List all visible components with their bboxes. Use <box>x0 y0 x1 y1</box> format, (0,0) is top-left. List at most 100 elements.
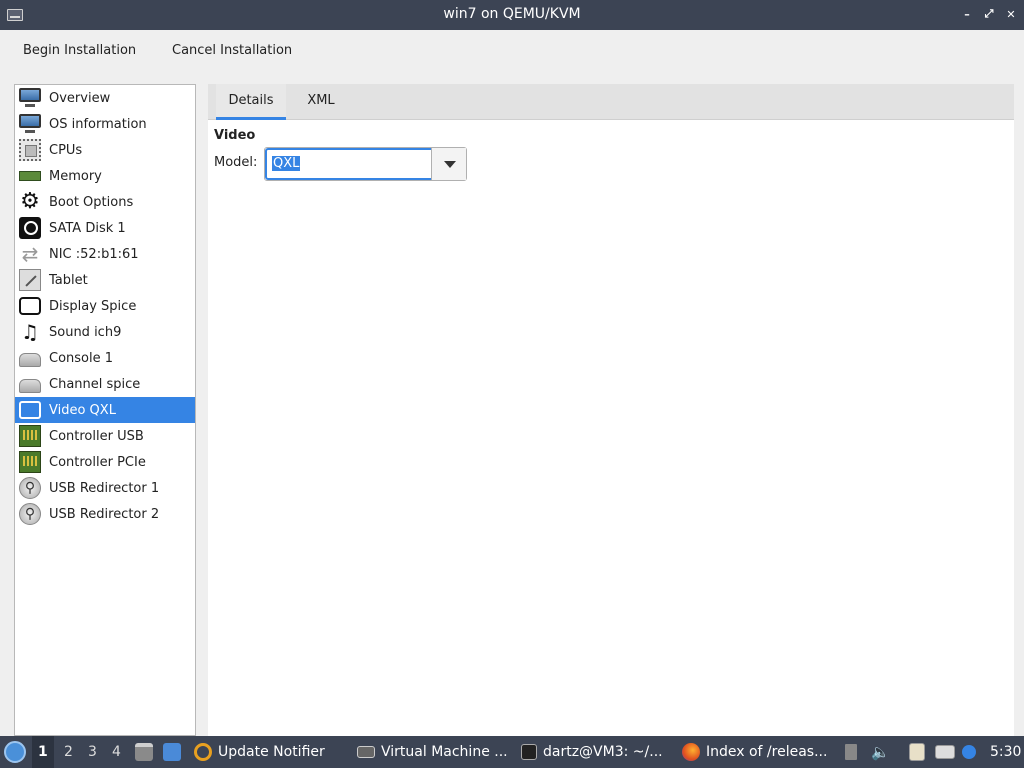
model-entry[interactable]: QXL <box>265 148 433 180</box>
sidebar-item-label: Memory <box>49 168 102 184</box>
tray-clipboard[interactable] <box>909 736 931 768</box>
section-title-video: Video <box>214 128 256 143</box>
sidebar-item-label: Console 1 <box>49 350 114 366</box>
task-terminal[interactable]: dartz@VM3: ~/... <box>521 736 663 768</box>
console-icon <box>19 353 41 367</box>
sidebar-item-label: Tablet <box>49 272 88 288</box>
window-titlebar[interactable]: win7 on QEMU/KVM – ⤢ ✕ <box>0 0 1024 30</box>
sidebar-item-label: Channel spice <box>49 376 141 392</box>
minimize-icon[interactable]: – <box>960 7 974 21</box>
sidebar-item-controller-pcie[interactable]: Controller PCIe <box>15 449 195 475</box>
sidebar-item-tablet[interactable]: Tablet <box>15 267 195 293</box>
tab-xml[interactable]: XML <box>300 84 342 120</box>
pci-controller-icon <box>19 425 41 447</box>
sidebar-item-cpus[interactable]: CPUs <box>15 137 195 163</box>
tablet-icon <box>19 269 41 291</box>
task-label: Virtual Machine ... <box>381 744 508 760</box>
begin-installation-button[interactable]: Begin Installation <box>23 43 136 58</box>
sidebar-item-console-1[interactable]: Console 1 <box>15 345 195 371</box>
sound-icon: ♫ <box>21 320 39 344</box>
sidebar-item-label: USB Redirector 1 <box>49 480 160 496</box>
model-label: Model: <box>214 155 258 170</box>
task-label: Update Notifier <box>218 744 325 760</box>
tray-network[interactable] <box>935 736 961 768</box>
memory-icon <box>19 171 41 181</box>
sidebar-item-boot-options[interactable]: ⚙ Boot Options <box>15 189 195 215</box>
monitor-icon <box>19 114 41 133</box>
taskbar: 1 2 3 4 Update Notifier Virtual Machine … <box>0 736 1024 768</box>
video-icon <box>19 401 41 419</box>
arrow-up-icon <box>845 744 857 760</box>
sidebar-item-label: Overview <box>49 90 111 106</box>
network-tray-icon <box>935 745 955 759</box>
tray-volume[interactable]: 🔈 <box>871 736 893 768</box>
file-manager-launcher[interactable] <box>135 736 159 768</box>
sidebar-item-sound-ich9[interactable]: ♫ Sound ich9 <box>15 319 195 345</box>
sidebar-item-video-qxl[interactable]: Video QXL <box>15 397 195 423</box>
sidebar-item-overview[interactable]: Overview <box>15 85 195 111</box>
desktop-switch-1[interactable]: 1 <box>32 736 54 768</box>
virt-manager-icon <box>357 746 375 758</box>
tray-scroll-up[interactable] <box>845 736 863 768</box>
sidebar-item-controller-usb[interactable]: Controller USB <box>15 423 195 449</box>
sidebar-item-display-spice[interactable]: Display Spice <box>15 293 195 319</box>
channel-icon <box>19 379 41 393</box>
desktop-switch-2[interactable]: 2 <box>64 744 73 760</box>
monitor-icon <box>19 88 41 107</box>
task-virtual-machine-manager[interactable]: Virtual Machine ... <box>357 736 508 768</box>
sidebar-item-os-information[interactable]: OS information <box>15 111 195 137</box>
sidebar-item-memory[interactable]: Memory <box>15 163 195 189</box>
task-firefox[interactable]: Index of /releas... <box>682 736 827 768</box>
sidebar-item-label: Sound ich9 <box>49 324 122 340</box>
sidebar-item-nic[interactable]: ⇄ NIC :52:b1:61 <box>15 241 195 267</box>
model-value: QXL <box>272 156 301 171</box>
usb-icon <box>19 503 41 525</box>
gear-icon: ⚙ <box>20 189 40 214</box>
sidebar-item-label: Controller USB <box>49 428 144 444</box>
hardware-list: Overview OS information CPUs Memory ⚙ Bo… <box>14 84 196 736</box>
details-panel: Details XML Video Model: QXL <box>208 84 1014 736</box>
network-icon: ⇄ <box>21 242 39 266</box>
task-label: dartz@VM3: ~/... <box>543 744 663 760</box>
firefox-icon <box>682 743 700 761</box>
sidebar-item-usb-redirector-1[interactable]: USB Redirector 1 <box>15 475 195 501</box>
terminal-icon <box>521 744 537 760</box>
maximize-icon[interactable]: ⤢ <box>982 7 996 21</box>
task-label: Index of /releas... <box>706 744 828 760</box>
sidebar-item-label: SATA Disk 1 <box>49 220 126 236</box>
sidebar-item-channel-spice[interactable]: Channel spice <box>15 371 195 397</box>
pci-controller-icon <box>19 451 41 473</box>
clipboard-icon <box>909 743 925 761</box>
sidebar-item-sata-disk-1[interactable]: SATA Disk 1 <box>15 215 195 241</box>
start-menu-button[interactable] <box>4 736 32 768</box>
cancel-installation-button[interactable]: Cancel Installation <box>172 43 292 58</box>
cpu-icon <box>19 139 41 161</box>
close-icon[interactable]: ✕ <box>1004 7 1018 21</box>
file-manager-icon <box>135 743 153 761</box>
sidebar-item-usb-redirector-2[interactable]: USB Redirector 2 <box>15 501 195 527</box>
sidebar-item-label: USB Redirector 2 <box>49 506 160 522</box>
task-update-notifier[interactable]: Update Notifier <box>194 736 325 768</box>
show-desktop-icon <box>163 743 181 761</box>
sidebar-item-label: Display Spice <box>49 298 137 314</box>
desktop-switch-4[interactable]: 4 <box>112 744 121 760</box>
display-icon <box>19 297 41 315</box>
show-desktop-launcher[interactable] <box>163 736 187 768</box>
sidebar-item-label: Video QXL <box>49 402 116 418</box>
tray-notification[interactable] <box>962 736 982 768</box>
disk-icon <box>19 217 41 239</box>
chevron-down-icon[interactable] <box>431 148 466 180</box>
lxqt-menu-icon <box>4 741 26 763</box>
model-combobox[interactable]: QXL <box>264 147 467 181</box>
sidebar-item-label: CPUs <box>49 142 83 158</box>
tab-details[interactable]: Details <box>216 84 286 120</box>
volume-icon: 🔈 <box>871 743 890 761</box>
sidebar-item-label: Controller PCIe <box>49 454 146 470</box>
window-title: win7 on QEMU/KVM <box>443 6 581 22</box>
sidebar-item-label: NIC :52:b1:61 <box>49 246 139 262</box>
tab-bar: Details XML <box>208 84 1014 120</box>
clock[interactable]: 5:30 <box>990 744 1021 760</box>
update-notifier-icon <box>194 743 212 761</box>
desktop-switch-3[interactable]: 3 <box>88 744 97 760</box>
sidebar-item-label: OS information <box>49 116 147 132</box>
